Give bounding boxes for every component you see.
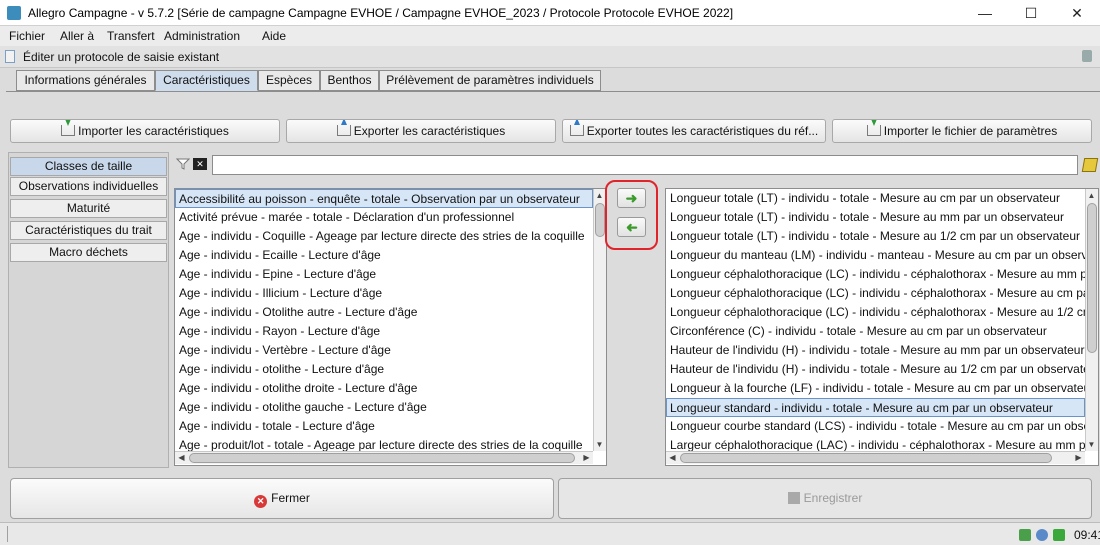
category-observations-individuelles[interactable]: Observations individuelles (10, 177, 167, 196)
save-button: Enregistrer (558, 478, 1092, 519)
list-item[interactable]: Longueur à la fourche (LF) - individu - … (670, 379, 1094, 398)
scroll-left-icon[interactable]: ◀ (176, 452, 187, 463)
tab-informations-generales[interactable]: Informations générales (16, 70, 155, 91)
screen-title: Éditer un protocole de saisie existant (23, 50, 220, 64)
tab-especes[interactable]: Espèces (258, 70, 320, 91)
category-caracteristiques-du-trait[interactable]: Caractéristiques du trait (10, 221, 167, 240)
menu-fichier[interactable]: Fichier (9, 29, 45, 43)
scroll-thumb[interactable] (680, 453, 1052, 463)
export-characteristics-button[interactable]: Exporter les caractéristiques (286, 119, 556, 143)
tab-prelevement-parametres[interactable]: Prélèvement de paramètres individuels (379, 70, 601, 91)
list-item[interactable]: Age - individu - Illicium - Lecture d'âg… (179, 284, 382, 303)
status-bar: 09:41 (0, 522, 1100, 545)
close-button[interactable]: ✕ Fermer (10, 478, 554, 519)
menu-bar: Fichier Aller à Transfert Administration… (0, 26, 1100, 46)
screen-header: Éditer un protocole de saisie existant (0, 46, 1100, 68)
scroll-down-icon[interactable]: ▼ (1086, 439, 1097, 450)
menu-transfert[interactable]: Transfert (107, 29, 155, 43)
upload-icon (336, 120, 351, 136)
list-item[interactable]: Age - individu - Otolithe autre - Lectur… (179, 303, 417, 322)
filter-icon[interactable] (176, 158, 190, 170)
category-panel: Classes de taille Observations individue… (8, 152, 169, 468)
list-item[interactable]: Age - individu - Coquille - Ageage par l… (179, 227, 585, 246)
filter-input[interactable] (212, 155, 1078, 175)
maximize-button[interactable]: ☐ (1008, 0, 1054, 26)
export-all-characteristics-button[interactable]: Exporter toutes les caractéristiques du … (562, 119, 826, 143)
list-item[interactable]: Longueur totale (LT) - individu - totale… (670, 208, 1064, 227)
list-item[interactable]: Longueur courbe standard (LCS) - individ… (670, 417, 1098, 436)
status-divider (7, 526, 8, 542)
list-item[interactable]: Longueur du manteau (LM) - individu - ma… (670, 246, 1098, 265)
horizontal-scrollbar[interactable]: ◀ ▶ (666, 451, 1085, 464)
help-icon[interactable] (1082, 50, 1092, 62)
scroll-down-icon[interactable]: ▼ (594, 439, 605, 450)
list-item[interactable]: Longueur standard - individu - totale - … (666, 398, 1085, 417)
list-item[interactable]: Age - individu - Ecaille - Lecture d'âge (179, 246, 381, 265)
network-icon[interactable] (1036, 529, 1048, 541)
download-icon (866, 120, 881, 136)
scroll-thumb[interactable] (1087, 203, 1097, 353)
tab-divider (6, 91, 1100, 92)
list-item[interactable]: Age - individu - Rayon - Lecture d'âge (179, 322, 380, 341)
upload-icon (569, 120, 584, 136)
scroll-right-icon[interactable]: ▶ (1073, 452, 1084, 463)
import-parameters-file-button[interactable]: Importer le fichier de paramètres (832, 119, 1092, 143)
list-item[interactable]: Age - individu - otolithe gauche - Lectu… (179, 398, 427, 417)
title-bar: Allegro Campagne - v 5.7.2 [Série de cam… (0, 0, 1100, 26)
arrow-left-icon[interactable]: ➜ (617, 217, 646, 237)
signal-icon[interactable] (1053, 529, 1065, 541)
list-item[interactable]: Age - individu - Vertèbre - Lecture d'âg… (179, 341, 391, 360)
download-icon (61, 120, 76, 136)
window-title: Allegro Campagne - v 5.7.2 [Série de cam… (28, 6, 734, 20)
available-characteristics-list[interactable]: Accessibilité au poisson - enquête - tot… (174, 188, 607, 466)
category-classes-de-taille[interactable]: Classes de taille (10, 157, 167, 176)
import-characteristics-button[interactable]: Importer les caractéristiques (10, 119, 280, 143)
close-icon: ✕ (254, 495, 268, 508)
clear-filter-icon[interactable]: ✕ (193, 158, 207, 170)
list-item[interactable]: Longueur totale (LT) - individu - totale… (670, 189, 1060, 208)
vertical-scrollbar[interactable]: ▲ ▼ (1085, 189, 1098, 451)
category-maturite[interactable]: Maturité (10, 199, 167, 218)
list-item[interactable]: Age - individu - otolithe droite - Lectu… (179, 379, 417, 398)
list-item[interactable]: Age - individu - Epine - Lecture d'âge (179, 265, 376, 284)
list-item[interactable]: Hauteur de l'individu (H) - individu - t… (670, 341, 1084, 360)
category-macro-dechets[interactable]: Macro déchets (10, 243, 167, 262)
tab-benthos[interactable]: Benthos (320, 70, 379, 91)
menu-aide[interactable]: Aide (262, 29, 286, 43)
list-item[interactable]: Hauteur de l'individu (H) - individu - t… (670, 360, 1098, 379)
scroll-up-icon[interactable]: ▲ (594, 190, 605, 201)
list-item[interactable]: Accessibilité au poisson - enquête - tot… (175, 189, 593, 208)
edit-icon[interactable] (1081, 158, 1099, 172)
app-icon (7, 6, 21, 20)
scroll-up-icon[interactable]: ▲ (1086, 190, 1097, 201)
close-window-button[interactable]: ✕ (1054, 0, 1100, 26)
arrow-right-icon[interactable]: ➜ (617, 188, 646, 208)
list-item[interactable]: Age - individu - totale - Lecture d'âge (179, 417, 375, 436)
list-item[interactable]: Longueur céphalothoracique (LC) - indivi… (670, 265, 1098, 284)
list-item[interactable]: Longueur céphalothoracique (LC) - indivi… (670, 284, 1098, 303)
list-item[interactable]: Circonférence (C) - individu - totale - … (670, 322, 1047, 341)
scroll-thumb[interactable] (189, 453, 575, 463)
save-icon (787, 492, 800, 504)
scroll-left-icon[interactable]: ◀ (667, 452, 678, 463)
horizontal-scrollbar[interactable]: ◀ ▶ (175, 451, 593, 464)
selected-characteristics-list[interactable]: Longueur totale (LT) - individu - totale… (665, 188, 1099, 466)
list-item[interactable]: Activité prévue - marée - totale - Décla… (179, 208, 514, 227)
menu-administration[interactable]: Administration (164, 29, 240, 43)
list-item[interactable]: Longueur céphalothoracique (LC) - indivi… (670, 303, 1098, 322)
document-icon (5, 50, 15, 63)
tab-caracteristiques[interactable]: Caractéristiques (155, 70, 258, 91)
list-item[interactable]: Longueur totale (LT) - individu - totale… (670, 227, 1080, 246)
minimize-button[interactable]: — (962, 0, 1008, 26)
sync-icon[interactable] (1019, 529, 1031, 541)
menu-aller-a[interactable]: Aller à (60, 29, 94, 43)
scroll-thumb[interactable] (595, 203, 605, 237)
list-item[interactable]: Age - individu - otolithe - Lecture d'âg… (179, 360, 384, 379)
scroll-right-icon[interactable]: ▶ (581, 452, 592, 463)
status-time: 09:41 (1074, 528, 1100, 542)
